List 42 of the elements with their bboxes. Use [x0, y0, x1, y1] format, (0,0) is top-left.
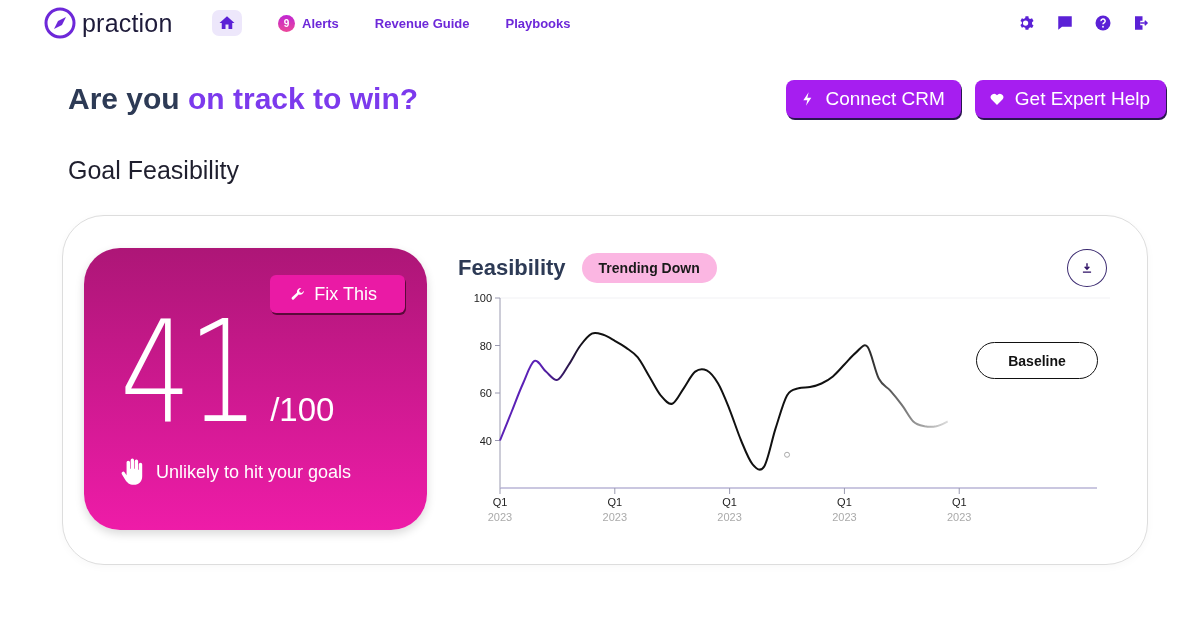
home-button[interactable] [212, 10, 242, 36]
wrench-icon [290, 286, 307, 302]
y-tick-label: 60 [479, 387, 492, 399]
help-button[interactable] [1094, 14, 1112, 32]
section-title: Goal Feasibility [68, 156, 240, 185]
baseline-button[interactable]: Baseline [976, 342, 1098, 379]
y-tick-label: 100 [473, 292, 492, 304]
status-message: Unlikely to hit your goals [156, 461, 352, 483]
trend-badge: Trending Down [581, 253, 717, 283]
x-tick-label: Q1 2023 [487, 496, 513, 523]
nav-link-label: Alerts [302, 15, 339, 31]
score-max: /100 [270, 391, 335, 429]
settings-button[interactable] [1018, 14, 1036, 32]
help-icon [1094, 14, 1112, 32]
page-heading: Are you on track to win? [68, 82, 419, 116]
cta-button[interactable]: Connect CRM [785, 80, 961, 118]
x-tick-label: Q1 2023 [947, 496, 972, 523]
nav-link[interactable]: 9 Alerts [278, 14, 339, 32]
settings-icon [1018, 14, 1036, 32]
y-tick-label: 80 [479, 339, 492, 352]
fix-button[interactable]: Fix This [270, 275, 405, 313]
chart-title: Feasibility [458, 255, 566, 281]
download-icon [1080, 261, 1094, 275]
y-tick-label: 40 [479, 434, 492, 447]
compass-logo-icon [44, 7, 76, 39]
alert-count-badge: 9 [278, 14, 295, 32]
score-value: 41 [120, 303, 257, 443]
download-button[interactable] [1067, 249, 1107, 287]
point-marker [784, 451, 790, 458]
cta-button[interactable]: Get Expert Help [974, 80, 1166, 118]
x-tick-label: Q1 2023 [717, 496, 742, 523]
logout-button[interactable] [1132, 14, 1150, 32]
x-tick-label: Q1 2023 [832, 496, 857, 523]
chat-button[interactable] [1056, 14, 1074, 32]
x-tick-label: Q1 2023 [602, 496, 628, 523]
nav-link[interactable]: Revenue Guide [374, 15, 470, 31]
heart-icon [988, 91, 1005, 107]
logo-text: praction [82, 8, 173, 38]
home-icon [218, 14, 236, 32]
nav-link[interactable]: Playbooks [505, 15, 571, 31]
logout-icon [1132, 14, 1150, 32]
chat-icon [1056, 14, 1074, 32]
